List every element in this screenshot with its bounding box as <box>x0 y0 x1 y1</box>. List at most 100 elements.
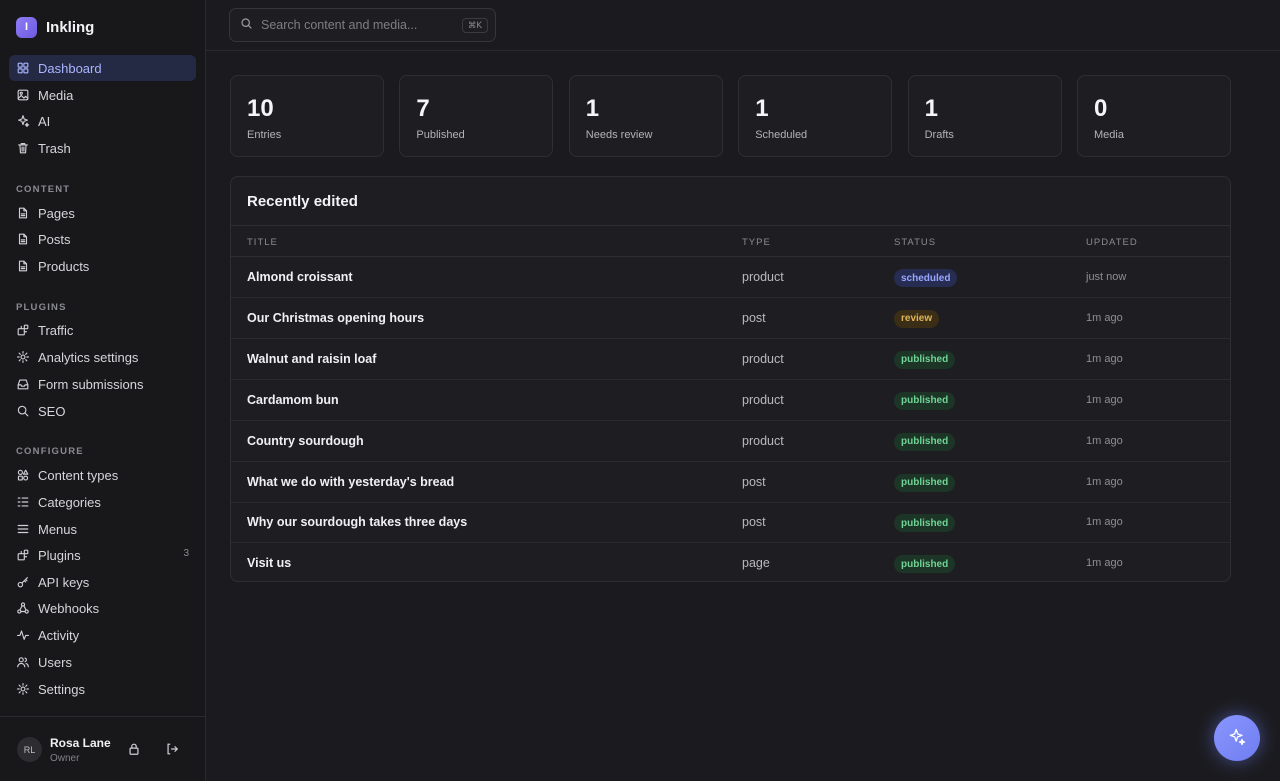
column-header-type[interactable]: TYPE <box>742 237 771 248</box>
status-badge: published <box>894 473 956 492</box>
status-badge: published <box>894 555 956 574</box>
status-badge: review <box>894 309 940 328</box>
row-updated: 1m ago <box>1086 311 1123 324</box>
avatar[interactable]: RL <box>17 737 42 762</box>
status-badge: scheduled <box>894 269 958 287</box>
inbox-icon <box>16 377 30 391</box>
sidebar-item-pages[interactable]: Pages <box>9 200 196 226</box>
sidebar-item-label: Webhooks <box>38 600 100 616</box>
sidebar-item-webhooks[interactable]: Webhooks <box>9 595 196 621</box>
status-badge: published <box>894 514 956 533</box>
stat-card-scheduled[interactable]: 1 Scheduled <box>738 75 893 157</box>
row-title[interactable]: Almond croissant <box>247 270 353 284</box>
sidebar-item-traffic[interactable]: Traffic <box>9 317 196 343</box>
row-updated: 1m ago <box>1086 516 1123 529</box>
logout-icon[interactable] <box>165 742 179 756</box>
search-input[interactable] <box>261 18 461 32</box>
table-row[interactable]: Our Christmas opening hours post review 1m … <box>231 298 1230 339</box>
row-title[interactable]: Cardamom bun <box>247 393 339 407</box>
search-shortcut: ⌘K <box>461 18 488 33</box>
card-title: Recently edited <box>247 193 358 210</box>
stat-card-entries[interactable]: 10 Entries <box>230 75 384 157</box>
row-title[interactable]: Walnut and raisin loaf <box>247 352 376 366</box>
lock-icon[interactable] <box>127 742 141 756</box>
sidebar-item-media[interactable]: Media <box>9 82 196 108</box>
sidebar: I Inkling Dashboard Media AI Trash CONTENT … <box>0 0 206 781</box>
table-row[interactable]: Walnut and raisin loaf product published 1m… <box>231 339 1230 380</box>
row-title[interactable]: Country sourdough <box>247 434 364 448</box>
table-row[interactable]: Almond croissant product scheduled just now <box>231 257 1230 298</box>
table-row[interactable]: What we do with yesterday's bread post pub… <box>231 462 1230 503</box>
stat-label: Media <box>1094 129 1124 141</box>
sidebar-item-settings[interactable]: Settings <box>9 676 196 702</box>
row-title[interactable]: What we do with yesterday's bread <box>247 475 454 489</box>
sidebar-item-trash[interactable]: Trash <box>9 135 196 161</box>
menu-icon <box>16 522 30 536</box>
sidebar-item-users[interactable]: Users <box>9 649 196 675</box>
sidebar-item-analytics-settings[interactable]: Analytics settings <box>9 344 196 370</box>
stat-card-media[interactable]: 0 Media <box>1077 75 1231 157</box>
sidebar-item-label: Menus <box>38 521 78 537</box>
column-header-status[interactable]: STATUS <box>894 237 936 248</box>
stat-value: 1 <box>924 95 938 122</box>
search-icon <box>16 404 30 418</box>
row-title[interactable]: Why our sourdough takes three days <box>247 515 467 529</box>
row-title[interactable]: Visit us <box>247 556 291 570</box>
column-header-updated[interactable]: UPDATED <box>1086 237 1138 248</box>
row-updated: 1m ago <box>1086 475 1123 488</box>
sidebar-item-label: SEO <box>38 403 66 419</box>
stat-label: Published <box>416 129 465 141</box>
brand-name: Inkling <box>46 18 95 36</box>
file-icon <box>16 206 30 220</box>
row-updated: 1m ago <box>1086 557 1123 570</box>
file-icon <box>16 232 30 246</box>
sidebar-item-label: Categories <box>38 494 101 510</box>
sidebar-item-menus[interactable]: Menus <box>9 516 196 542</box>
stat-value: 10 <box>247 95 274 122</box>
grid-icon <box>16 61 30 75</box>
ai-assistant-button[interactable] <box>1214 715 1260 761</box>
gear-icon <box>16 350 30 364</box>
sidebar-item-badge: 3 <box>183 548 189 559</box>
sidebar-item-plugins[interactable]: Plugins 3 <box>9 542 196 568</box>
webhook-icon <box>16 601 30 615</box>
sidebar-item-seo[interactable]: SEO <box>9 398 196 424</box>
table-row[interactable]: Visit us page published 1m ago <box>231 543 1230 581</box>
status-badge: published <box>894 432 956 451</box>
sidebar-item-ai[interactable]: AI <box>9 108 196 134</box>
stat-value: 1 <box>755 95 769 122</box>
sidebar-item-label: AI <box>38 113 51 129</box>
stat-card-published[interactable]: 7 Published <box>399 75 554 157</box>
search-icon <box>240 17 261 33</box>
sidebar-item-posts[interactable]: Posts <box>9 226 196 252</box>
row-title[interactable]: Our Christmas opening hours <box>247 311 424 325</box>
stat-card-needs-review[interactable]: 1 Needs review <box>568 75 723 157</box>
users-icon <box>16 655 30 669</box>
activity-icon <box>16 628 30 642</box>
sidebar-item-form-submissions[interactable]: Form submissions <box>9 371 196 397</box>
table-row[interactable]: Country sourdough product published 1m ago <box>231 421 1230 462</box>
sidebar-item-content-types[interactable]: Content types <box>9 462 196 488</box>
row-updated: 1m ago <box>1086 434 1123 447</box>
table-row[interactable]: Cardamom bun product published 1m ago <box>231 380 1230 421</box>
sidebar-item-categories[interactable]: Categories <box>9 489 196 515</box>
stat-card-drafts[interactable]: 1 Drafts <box>907 75 1062 157</box>
column-header-title[interactable]: TITLE <box>247 237 278 248</box>
sidebar-item-dashboard[interactable]: Dashboard <box>9 55 196 81</box>
sidebar-item-label: API keys <box>38 574 90 590</box>
gear-icon <box>16 682 30 696</box>
sidebar-item-api-keys[interactable]: API keys <box>9 569 196 595</box>
sparkles-icon <box>1227 727 1247 750</box>
table-header: TITLE TYPE STATUS UPDATED <box>231 225 1230 257</box>
search-box[interactable]: ⌘K <box>229 8 496 42</box>
brand[interactable]: I Inkling <box>16 16 94 38</box>
sidebar-item-activity[interactable]: Activity <box>9 622 196 648</box>
table-row[interactable]: Why our sourdough takes three days post pu… <box>231 502 1230 544</box>
row-updated: just now <box>1086 271 1127 283</box>
sidebar-item-products[interactable]: Products <box>9 253 196 279</box>
row-updated: 1m ago <box>1086 393 1123 406</box>
section-label-content: CONTENT <box>16 184 71 195</box>
row-type: page <box>742 556 770 571</box>
row-type: post <box>742 310 766 325</box>
sidebar-item-label: Activity <box>38 627 80 643</box>
